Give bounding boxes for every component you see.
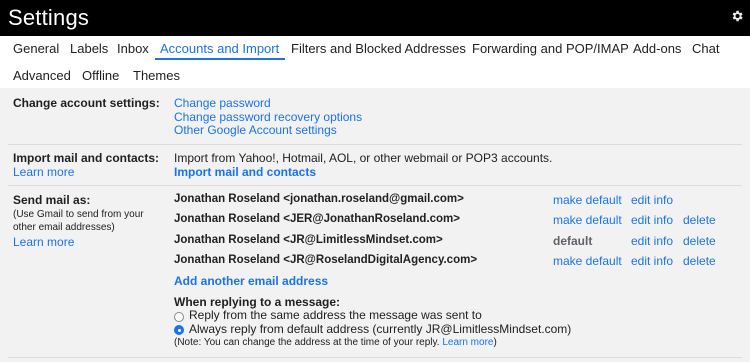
- import-mail-contacts-link[interactable]: Import mail and contacts: [174, 165, 316, 179]
- send-as-address: Jonathan Roseland <jonathan.roseland@gma…: [174, 193, 464, 205]
- tab-accounts-and-import[interactable]: Accounts and Import: [160, 41, 279, 56]
- tab-themes[interactable]: Themes: [133, 68, 180, 83]
- edit-info-link[interactable]: edit info: [631, 234, 673, 248]
- active-tab-indicator: [155, 58, 285, 60]
- tab-inbox[interactable]: Inbox: [117, 41, 149, 56]
- page-title: Settings: [8, 5, 90, 30]
- send-as-address: Jonathan Roseland <JER@JonathanRoseland.…: [174, 213, 461, 225]
- send-as-address: Jonathan Roseland <JR@RoselandDigitalAge…: [174, 254, 478, 266]
- import-mail-label: Import mail and contacts:: [13, 151, 160, 165]
- edit-info-link[interactable]: edit info: [631, 193, 673, 207]
- make-default-link[interactable]: make default: [553, 254, 622, 268]
- section-divider: [8, 144, 742, 145]
- delete-link[interactable]: delete: [683, 234, 716, 248]
- reply-note-learn-more-link[interactable]: Learn more: [442, 337, 493, 348]
- section-divider: [8, 185, 742, 186]
- change-account-settings-label: Change account settings:: [13, 96, 160, 110]
- tab-labels[interactable]: Labels: [70, 41, 108, 56]
- default-badge: default: [553, 234, 593, 248]
- edit-info-link[interactable]: edit info: [631, 254, 673, 268]
- reply-note: (Note: You can change the address at the…: [174, 337, 497, 348]
- delete-link[interactable]: delete: [683, 213, 716, 227]
- settings-tabs: General Labels Inbox Accounts and Import…: [0, 36, 750, 88]
- add-another-email-link[interactable]: Add another email address: [174, 274, 328, 288]
- settings-panel: Change account settings: Change password…: [0, 88, 750, 362]
- reply-note-text: (Note: You can change the address at the…: [174, 337, 440, 348]
- reply-note-close: ): [493, 337, 497, 348]
- reply-same-address-radio[interactable]: [174, 312, 184, 322]
- reply-same-address-label[interactable]: Reply from the same address the message …: [189, 308, 482, 322]
- make-default-link[interactable]: make default: [553, 213, 622, 227]
- tab-general[interactable]: General: [13, 41, 59, 56]
- change-password-recovery-link[interactable]: Change password recovery options: [174, 110, 362, 124]
- reply-default-address-radio[interactable]: [174, 325, 184, 335]
- other-google-account-settings-link[interactable]: Other Google Account settings: [174, 123, 337, 137]
- send-mail-as-label: Send mail as:: [13, 193, 91, 207]
- tab-advanced[interactable]: Advanced: [13, 68, 71, 83]
- import-description: Import from Yahoo!, Hotmail, AOL, or oth…: [174, 151, 553, 165]
- tab-add-ons[interactable]: Add-ons: [633, 41, 681, 56]
- app-header: Settings: [0, 0, 750, 36]
- tab-chat[interactable]: Chat: [692, 41, 719, 56]
- reply-default-address-label[interactable]: Always reply from default address (curre…: [189, 322, 571, 336]
- reply-heading: When replying to a message:: [174, 295, 341, 309]
- send-as-address: Jonathan Roseland <JR@LimitlessMindset.c…: [174, 234, 443, 246]
- gear-icon[interactable]: [730, 9, 744, 23]
- delete-link[interactable]: delete: [683, 254, 716, 268]
- send-mail-learn-more-link[interactable]: Learn more: [13, 235, 74, 249]
- make-default-link[interactable]: make default: [553, 193, 622, 207]
- tab-forwarding-and-pop-imap[interactable]: Forwarding and POP/IMAP: [472, 41, 629, 56]
- tab-offline[interactable]: Offline: [82, 68, 119, 83]
- change-password-link[interactable]: Change password: [174, 96, 271, 110]
- tab-filters-and-blocked-addresses[interactable]: Filters and Blocked Addresses: [291, 41, 466, 56]
- import-learn-more-link[interactable]: Learn more: [13, 165, 74, 179]
- section-divider: [8, 357, 742, 358]
- send-mail-as-description: (Use Gmail to send from your other email…: [13, 209, 144, 233]
- edit-info-link[interactable]: edit info: [631, 213, 673, 227]
